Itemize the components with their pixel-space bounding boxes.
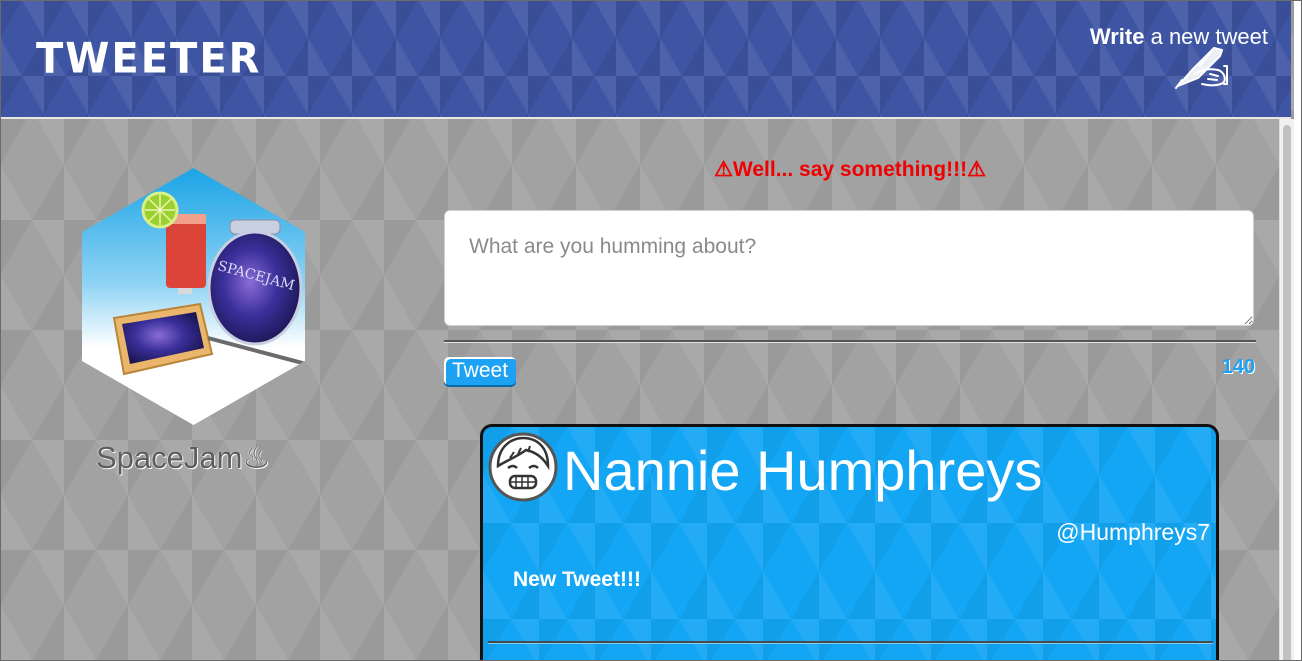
- compose-error-message: ⚠Well... say something!!!⚠: [714, 158, 986, 181]
- profile-avatar: SPACEJAM: [82, 168, 305, 425]
- space-jam-toast-avatar: SPACEJAM: [82, 168, 305, 425]
- quill-hand-icon[interactable]: [1170, 44, 1228, 90]
- tweet-submit-button[interactable]: Tweet: [444, 357, 517, 385]
- page-scrollbar[interactable]: [1279, 119, 1295, 661]
- brand-logo: TWEETER: [36, 34, 262, 84]
- profile-username: SpaceJam♨: [96, 440, 271, 475]
- write-label-bold: Write: [1089, 24, 1145, 49]
- smiling-face-avatar: [488, 432, 558, 502]
- tweet-compose-input[interactable]: [444, 210, 1254, 326]
- compose-divider: [444, 340, 1256, 343]
- tweet-footer-divider: [488, 641, 1213, 644]
- tweet-author-handle: @Humphreys7: [1056, 519, 1210, 545]
- window-edge: [1294, 0, 1302, 661]
- tweet-card: Nannie Humphreys @Humphreys7 New Tweet!!…: [480, 424, 1219, 661]
- scrollbar-thumb[interactable]: [1283, 125, 1291, 661]
- tweet-author-name: Nannie Humphreys: [563, 439, 1043, 502]
- page-header: TWEETER Write a new tweet: [0, 0, 1291, 119]
- tweet-body: New Tweet!!!: [513, 568, 641, 591]
- character-counter: 140: [1221, 356, 1255, 378]
